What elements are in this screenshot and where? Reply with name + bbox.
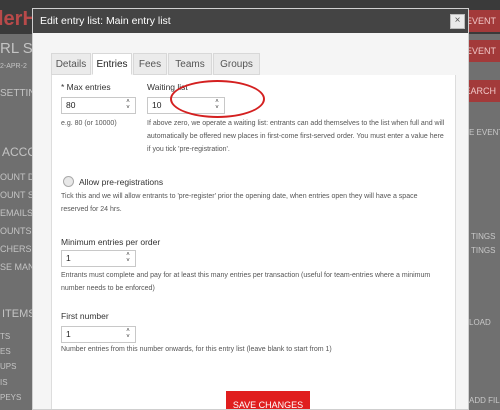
- background-text: 2-APR-2: [0, 63, 27, 70]
- background-search-button: SEARCH: [458, 80, 500, 102]
- max-entries-help: e.g. 80 (or 10000): [61, 120, 117, 127]
- tab-groups[interactable]: Groups: [213, 53, 260, 75]
- waiting-list-help: If above zero, we operate a waiting list…: [147, 120, 445, 153]
- tab-entries[interactable]: Entries: [92, 53, 132, 75]
- stepper-icon[interactable]: ˄ ˅: [124, 99, 132, 112]
- min-entries-help: Entrants must complete and pay for at le…: [61, 272, 431, 292]
- first-number-field[interactable]: 1 ˄ ˅: [61, 326, 136, 343]
- background-text: LOAD: [469, 318, 491, 327]
- max-entries-label: * Max entries: [61, 82, 111, 92]
- tab-fees[interactable]: Fees: [133, 53, 167, 75]
- background-event-button: EVENT: [466, 10, 500, 32]
- max-entries-value: 80: [66, 100, 76, 110]
- first-number-label: First number: [61, 311, 109, 321]
- save-changes-button[interactable]: SAVE CHANGES: [226, 391, 310, 409]
- first-number-value: 1: [66, 329, 71, 339]
- tab-bar: Details Entries Fees Teams Groups: [51, 45, 456, 76]
- prereg-help: Tick this and we will allow entrants to …: [61, 193, 418, 213]
- background-text: ES: [0, 347, 11, 356]
- waiting-list-value: 10: [152, 100, 162, 110]
- background-text: ADD FILE: [469, 396, 500, 405]
- tab-details[interactable]: Details: [51, 53, 91, 75]
- prereg-label: Allow pre-registrations: [79, 177, 164, 187]
- min-entries-field[interactable]: 1 ˄ ˅: [61, 250, 136, 267]
- tab-teams[interactable]: Teams: [168, 53, 212, 75]
- edit-entry-list-modal: Edit entry list: Main entry list × Detai…: [32, 8, 469, 410]
- background-text: ITEMS: [2, 308, 36, 320]
- background-text: E EVENT: [469, 128, 500, 137]
- background-text: TINGS: [471, 232, 496, 241]
- background-text: UPS: [0, 362, 17, 371]
- background-text: OUNT D: [0, 172, 35, 182]
- first-number-help: Number entries from this number onwards,…: [61, 346, 332, 353]
- background-text: TINGS: [471, 246, 496, 255]
- modal-header: Edit entry list: Main entry list ×: [33, 9, 468, 33]
- prereg-checkbox[interactable]: [63, 176, 74, 187]
- stepper-icon[interactable]: ˄ ˅: [124, 328, 132, 341]
- modal-title: Edit entry list: Main entry list: [40, 15, 171, 27]
- entries-panel: * Max entries 80 ˄ ˅ e.g. 80 (or 10000) W…: [51, 75, 456, 409]
- background-text: IS: [0, 378, 8, 387]
- min-entries-label: Minimum entries per order: [61, 237, 161, 247]
- background-text: PEYS: [0, 393, 22, 402]
- min-entries-value: 1: [66, 253, 71, 263]
- stepper-icon[interactable]: ˄ ˅: [124, 252, 132, 265]
- background-event-button: EVENT: [466, 40, 500, 62]
- close-button[interactable]: ×: [450, 14, 465, 29]
- max-entries-field[interactable]: 80 ˄ ˅: [61, 97, 136, 114]
- background-text: EMAILS: [0, 208, 34, 218]
- background-text: TS: [0, 332, 11, 341]
- highlight-circle-annotation: [170, 80, 265, 118]
